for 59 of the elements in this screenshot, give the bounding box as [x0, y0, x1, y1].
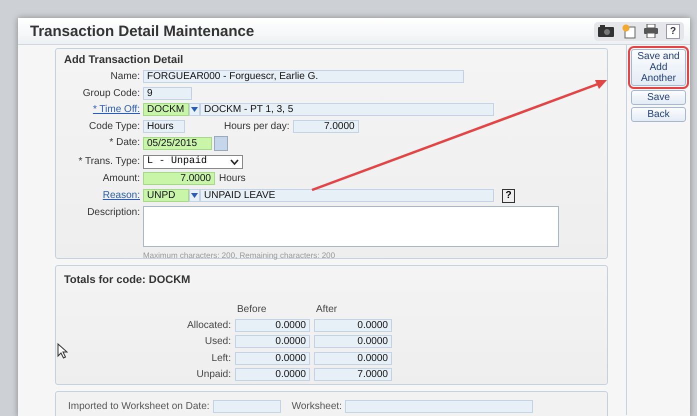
action-button[interactable]: Save [631, 90, 686, 105]
row-label: Unpaid: [196, 368, 231, 381]
window-title: Transaction Detail Maintenance [30, 22, 256, 40]
text-field[interactable] [344, 400, 533, 412]
field-label: Hours per day: [224, 120, 290, 132]
field-label: Worksheet: [292, 400, 342, 412]
date-field[interactable]: 05/25/2015 [143, 137, 212, 150]
text-field[interactable]: Hours [143, 120, 185, 132]
field-label: Amount: [102, 172, 140, 185]
code-field[interactable]: DOCKM [143, 103, 189, 116]
field-label: * Date: [108, 136, 140, 149]
field-label: Imported to Worksheet on Date: [68, 400, 210, 412]
dropdown-button[interactable] [189, 103, 200, 116]
section-title: Totals for code: DOCKM [64, 274, 192, 286]
row-label: Used: [204, 335, 231, 348]
camera-icon[interactable] [598, 25, 614, 37]
number-field: 7.0000 [314, 368, 392, 381]
column-header: After [315, 304, 338, 315]
caret-icon [191, 193, 198, 198]
text-field[interactable] [212, 400, 281, 412]
select-value: L - Unpaid [147, 156, 208, 167]
text-field[interactable]: FORGUEAR000 - Forguescr, Earlie G. [143, 70, 464, 83]
field-link[interactable]: * Time Off: [64, 103, 140, 116]
number-field: 7.0000 [292, 120, 359, 132]
field-label: Description: [86, 206, 140, 219]
note-icon[interactable] [622, 24, 636, 38]
number-field: 0.0000 [314, 352, 392, 364]
action-button[interactable]: Save and Add Another [631, 49, 686, 86]
field-label: Group Code: [82, 86, 140, 100]
unit-label: Hours [219, 173, 246, 184]
action-button[interactable]: Back [631, 107, 686, 122]
description-field: UNPAID LEAVE [200, 189, 494, 202]
chevron-icon [230, 158, 239, 164]
field-label: * Trans. Type: [77, 154, 140, 168]
amount-field[interactable]: 7.0000 [143, 172, 215, 185]
dropdown-button[interactable] [189, 189, 200, 202]
number-field: 0.0000 [314, 318, 392, 332]
column-header: Before [236, 304, 268, 315]
type-select[interactable]: L - Unpaid [143, 154, 243, 168]
number-field: 0.0000 [235, 335, 310, 348]
number-field: 0.0000 [235, 368, 310, 381]
number-field: 0.0000 [235, 318, 310, 332]
number-field: 0.0000 [235, 352, 310, 364]
help-button[interactable]: ? [666, 24, 680, 38]
text-field[interactable]: 9 [143, 86, 192, 100]
character-count: Maximum characters: 200, Remaining characters: 200 [143, 251, 336, 260]
printer-icon[interactable] [644, 24, 658, 38]
row-label: Allocated: [186, 318, 231, 332]
number-field: 0.0000 [314, 335, 392, 348]
description-field: DOCKM - PT 1, 3, 5 [200, 103, 494, 116]
cursor-icon [57, 343, 68, 359]
caret-icon [191, 107, 198, 112]
code-field[interactable]: UNPD [143, 189, 189, 202]
help-button[interactable]: ? [502, 188, 515, 202]
row-label: Left: [210, 352, 231, 364]
field-link[interactable]: Reason: [64, 188, 140, 202]
section-title: Add Transaction Detail [64, 54, 184, 66]
field-label: Name: [110, 70, 140, 83]
field-label: Code Type: [88, 120, 140, 132]
